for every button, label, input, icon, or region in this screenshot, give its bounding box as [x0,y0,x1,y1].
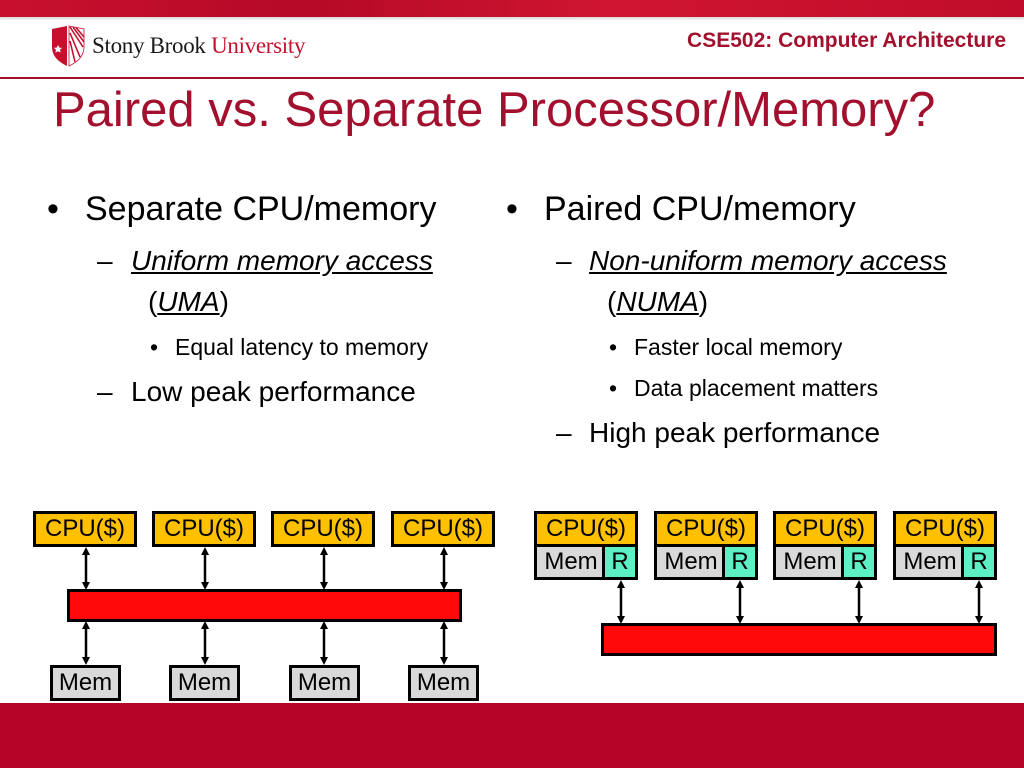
numa-arrows [617,580,983,624]
footer-band [0,703,1024,768]
